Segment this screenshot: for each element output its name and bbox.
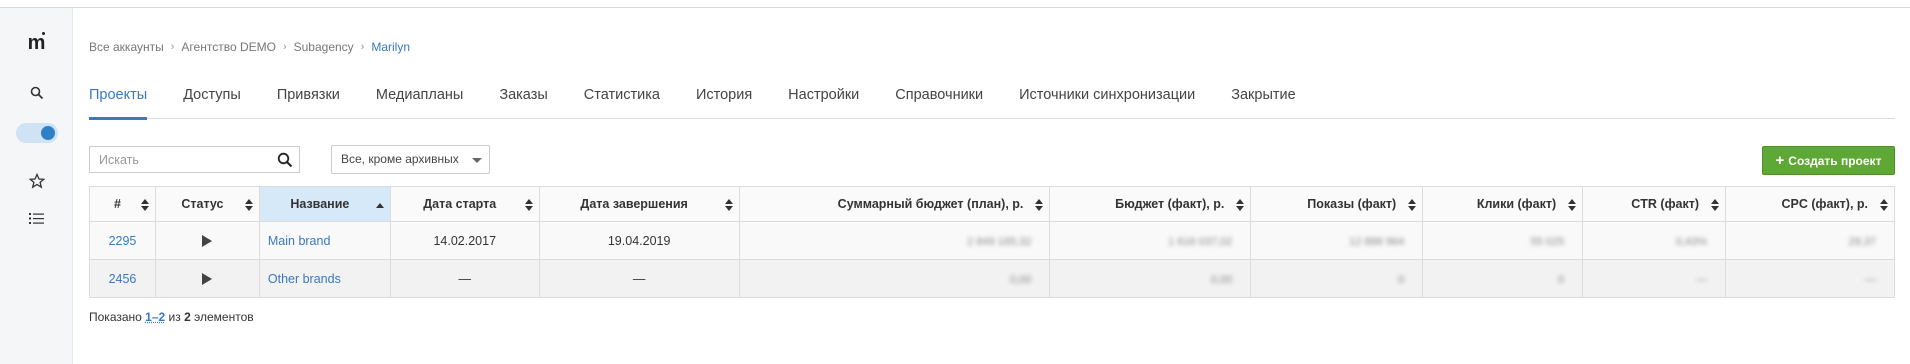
- col-header-budget-plan[interactable]: Суммарный бюджет (план), р.: [738, 186, 1051, 222]
- breadcrumb: Все аккаунты › Агентство DEMO › Subagenc…: [89, 40, 410, 54]
- app-logo[interactable]: m: [0, 28, 73, 58]
- ctr-cell: 0,43%: [1582, 221, 1727, 260]
- col-header-clicks[interactable]: Клики (факт): [1422, 186, 1584, 222]
- budget-plan-cell: 2 849 185,32: [738, 221, 1051, 260]
- tab-projects[interactable]: Проекты: [89, 85, 148, 120]
- status-filter-select[interactable]: Все, кроме архивных: [331, 145, 490, 174]
- breadcrumb-all-accounts[interactable]: Все аккаунты: [89, 40, 164, 54]
- start-date-cell: 14.02.2017: [389, 221, 540, 260]
- col-header-budget-fact[interactable]: Бюджет (факт), р.: [1049, 186, 1252, 222]
- status-cell: [154, 221, 260, 260]
- tab-access[interactable]: Доступы: [183, 85, 241, 119]
- breadcrumb-agency[interactable]: Агентство DEMO: [181, 40, 276, 54]
- mode-toggle[interactable]: [0, 122, 73, 144]
- tab-bar: Проекты Доступы Привязки Медиапланы Зака…: [89, 85, 1895, 120]
- project-id-link[interactable]: 2295: [89, 221, 156, 260]
- end-date-cell: —: [538, 259, 740, 298]
- table-row: 2456 Other brands — — 0,00 0,00 0 0 — —: [89, 259, 1895, 298]
- tab-orders[interactable]: Заказы: [499, 85, 547, 119]
- tab-references[interactable]: Справочники: [895, 85, 983, 119]
- create-project-button[interactable]: + Создать проект: [1762, 146, 1895, 175]
- breadcrumb-current[interactable]: Marilyn: [371, 40, 410, 54]
- project-name-link[interactable]: Other brands: [258, 259, 391, 298]
- main-content: Все аккаунты › Агентство DEMO › Subagenc…: [89, 8, 1895, 364]
- list-icon[interactable]: [0, 208, 73, 228]
- play-icon[interactable]: [202, 235, 213, 248]
- search-icon[interactable]: [277, 152, 293, 168]
- tab-history[interactable]: История: [696, 85, 752, 119]
- impressions-cell: 12 888 964: [1250, 221, 1424, 260]
- project-name-link[interactable]: Main brand: [258, 221, 391, 260]
- start-date-cell: —: [389, 259, 540, 298]
- browser-top-bar: [0, 0, 1910, 8]
- pagination-summary: Показано 1–2 из 2 элементов: [89, 310, 254, 324]
- tab-settings[interactable]: Настройки: [788, 85, 859, 119]
- impressions-cell: 0: [1250, 259, 1424, 298]
- projects-table: # Статус Название Дата старта Дата завер…: [89, 186, 1895, 298]
- status-cell: [154, 259, 260, 298]
- col-header-end-date[interactable]: Дата завершения: [538, 186, 740, 222]
- clicks-cell: 0: [1422, 259, 1584, 298]
- col-header-name[interactable]: Название: [258, 186, 391, 222]
- col-header-ctr[interactable]: CTR (факт): [1582, 186, 1727, 222]
- sidebar: m: [0, 8, 73, 364]
- breadcrumb-subagency[interactable]: Subagency: [294, 40, 354, 54]
- chevron-right-icon: ›: [170, 41, 175, 53]
- col-header-start-date[interactable]: Дата старта: [389, 186, 540, 222]
- table-header-row: # Статус Название Дата старта Дата завер…: [89, 186, 1895, 222]
- create-project-label: Создать проект: [1788, 153, 1882, 168]
- summary-total: 2: [184, 310, 191, 324]
- search-box: [89, 146, 300, 173]
- project-id-link[interactable]: 2456: [89, 259, 156, 298]
- col-header-cpc[interactable]: CPC (факт), р.: [1725, 186, 1895, 222]
- caret-down-icon: [472, 158, 482, 163]
- tab-closing[interactable]: Закрытие: [1231, 85, 1295, 119]
- budget-plan-cell: 0,00: [738, 259, 1051, 298]
- end-date-cell: 19.04.2019: [538, 221, 740, 260]
- cpc-cell: —: [1725, 259, 1895, 298]
- star-icon[interactable]: [0, 171, 73, 191]
- tab-sync-sources[interactable]: Источники синхронизации: [1019, 85, 1195, 119]
- search-icon[interactable]: [0, 83, 73, 103]
- chevron-right-icon: ›: [360, 41, 365, 53]
- plus-icon: +: [1775, 152, 1785, 169]
- tab-bindings[interactable]: Привязки: [277, 85, 340, 119]
- ctr-cell: —: [1582, 259, 1727, 298]
- chevron-right-icon: ›: [282, 41, 287, 53]
- tab-statistics[interactable]: Статистика: [584, 85, 660, 119]
- play-icon[interactable]: [202, 273, 213, 286]
- table-row: 2295 Main brand 14.02.2017 19.04.2019 2 …: [89, 221, 1895, 260]
- search-input[interactable]: [90, 147, 270, 172]
- col-header-id[interactable]: #: [89, 186, 156, 222]
- budget-fact-cell: 1 616 037,02: [1049, 221, 1252, 260]
- summary-range: 1–2: [145, 310, 166, 324]
- filter-selected-value: Все, кроме архивных: [341, 152, 459, 166]
- cpc-cell: 29,37: [1725, 221, 1895, 260]
- clicks-cell: 55 025: [1422, 221, 1584, 260]
- col-header-impressions[interactable]: Показы (факт): [1250, 186, 1424, 222]
- col-header-status[interactable]: Статус: [154, 186, 260, 222]
- tab-mediaplans[interactable]: Медиапланы: [376, 85, 463, 119]
- budget-fact-cell: 0,00: [1049, 259, 1252, 298]
